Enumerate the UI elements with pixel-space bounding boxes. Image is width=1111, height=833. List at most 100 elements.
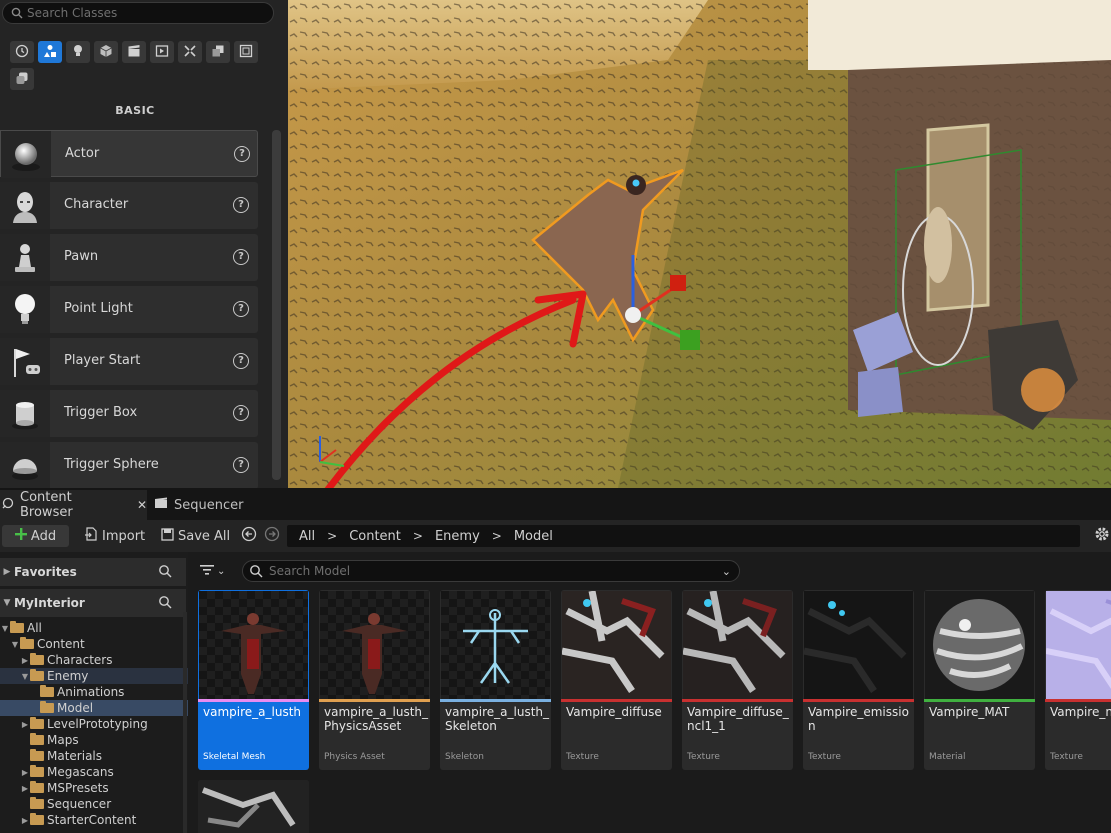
chevron-right-icon[interactable]: ▶ — [20, 816, 30, 825]
chevron-down-icon[interactable]: ⌄ — [722, 565, 731, 578]
chevron-right-icon[interactable]: ▶ — [20, 720, 30, 729]
asset-search-box[interactable]: ⌄ — [242, 560, 740, 582]
lights-category-button[interactable] — [66, 41, 90, 63]
close-icon[interactable]: ✕ — [137, 498, 147, 512]
panel-scrollbar[interactable] — [272, 130, 281, 480]
breadcrumb-model[interactable]: Model — [502, 529, 565, 544]
asset-search-input[interactable] — [269, 562, 709, 580]
asset-view: ⌄ ⌄ vampire_a_lusthSkeletal Meshvampire_… — [188, 552, 1111, 833]
search-icon[interactable] — [158, 595, 172, 612]
tree-folder-megascans[interactable]: ▶ Megascans — [0, 764, 188, 780]
asset-tile[interactable]: vampire_a_lusth Skeletal Mesh — [198, 590, 309, 770]
all-classes-category-button[interactable] — [234, 41, 258, 63]
asset-type-label: Texture — [808, 752, 841, 762]
tree-folder-mspresets[interactable]: ▶ MSPresets — [0, 780, 188, 796]
tab-sequencer[interactable]: Sequencer — [154, 490, 243, 520]
import-button[interactable]: Import — [84, 525, 145, 547]
actor-item-player-start[interactable]: Player Start ? — [0, 338, 258, 385]
help-icon[interactable]: ? — [233, 301, 249, 317]
asset-tile[interactable]: Vampire_MAT Material — [924, 590, 1035, 770]
asset-tile[interactable]: Vampire_diffuse Texture — [561, 590, 672, 770]
asset-type-label: Skeletal Mesh — [203, 752, 266, 762]
asset-name: Vampire_n — [1050, 705, 1111, 719]
help-icon[interactable]: ? — [233, 197, 249, 213]
asset-tile[interactable]: Vampire_n Texture — [1045, 590, 1111, 770]
help-icon[interactable]: ? — [233, 405, 249, 421]
chevron-down-icon[interactable]: ▼ — [0, 624, 10, 633]
folder-icon — [30, 733, 44, 745]
tree-folder-sequencer[interactable]: Sequencer — [0, 796, 188, 812]
tree-folder-content[interactable]: ▼ Content — [0, 636, 188, 652]
help-icon[interactable]: ? — [233, 457, 249, 473]
chevron-right-icon: ▶ — [3, 567, 11, 577]
project-header[interactable]: ▼ MyInterior — [0, 589, 186, 617]
settings-button[interactable] — [1094, 525, 1110, 547]
visual-effects-category-button[interactable] — [150, 41, 174, 63]
tree-folder-maps[interactable]: Maps — [0, 732, 188, 748]
breadcrumb-enemy[interactable]: Enemy — [423, 529, 492, 544]
tree-folder-model[interactable]: Model — [0, 700, 188, 716]
asset-tile[interactable]: Vampire_diffuse_ncl1_1 Texture — [682, 590, 793, 770]
actor-item-point-light[interactable]: Point Light ? — [0, 286, 258, 333]
extra-category-button[interactable] — [10, 68, 34, 90]
breadcrumb-all[interactable]: All — [287, 529, 327, 544]
path-breadcrumb: All > Content > Enemy > Model — [287, 525, 1080, 547]
actor-item-trigger-box[interactable]: Trigger Box ? — [0, 390, 258, 437]
class-search-input[interactable] — [27, 4, 267, 22]
tree-folder-characters[interactable]: ▶ Characters — [0, 652, 188, 668]
tree-folder-enemy[interactable]: ▼ Enemy — [0, 668, 188, 684]
chevron-down-icon[interactable]: ▼ — [20, 672, 30, 681]
asset-type-stripe — [198, 699, 309, 702]
tree-folder-startercontent[interactable]: ▶ StarterContent — [0, 812, 188, 828]
asset-tile[interactable]: vampire_a_lusth_PhysicsAsset Physics Asse… — [319, 590, 430, 770]
volumes-category-button[interactable] — [206, 41, 230, 63]
actor-item-pawn[interactable]: Pawn ? — [0, 234, 258, 281]
recent-category-button[interactable] — [10, 41, 34, 63]
tree-scrollbar[interactable] — [183, 612, 187, 833]
actor-item-label: Character — [64, 197, 129, 212]
tree-folder-label: MSPresets — [47, 781, 109, 795]
favorites-header[interactable]: ▶ Favorites — [0, 558, 186, 586]
help-icon[interactable]: ? — [234, 146, 250, 162]
tree-folder-animations[interactable]: Animations — [0, 684, 188, 700]
actor-item-trigger-sphere[interactable]: Trigger Sphere ? — [0, 442, 258, 488]
filter-button[interactable]: ⌄ — [200, 564, 225, 579]
category-toolbar-row-2 — [10, 68, 34, 90]
asset-type-label: Texture — [687, 752, 720, 762]
save-all-button[interactable]: Save All — [161, 525, 230, 547]
back-button[interactable] — [241, 525, 257, 547]
asset-tile-partial[interactable] — [198, 780, 309, 833]
chevron-down-icon: ▼ — [3, 598, 11, 608]
cinematic-icon — [127, 44, 141, 61]
chevron-right-icon[interactable]: ▶ — [20, 784, 30, 793]
asset-thumbnail — [320, 591, 429, 699]
tree-folder-all[interactable]: ▼ All — [0, 620, 182, 636]
help-icon[interactable]: ? — [233, 249, 249, 265]
actor-item-character[interactable]: Character ? — [0, 182, 258, 229]
geometry-category-button[interactable] — [178, 41, 202, 63]
place-actors-panel: BASIC Actor ? Character ? Pawn ? Point L… — [0, 0, 288, 488]
cinematic-category-button[interactable] — [122, 41, 146, 63]
add-button[interactable]: Add — [2, 525, 69, 547]
all-classes-icon — [239, 44, 253, 61]
tree-folder-label: Enemy — [47, 669, 89, 683]
forward-button[interactable] — [264, 525, 280, 547]
folder-icon — [30, 653, 44, 665]
add-label: Add — [30, 528, 57, 544]
basic-category-button[interactable] — [38, 41, 62, 63]
chevron-right-icon[interactable]: ▶ — [20, 768, 30, 777]
level-viewport[interactable] — [288, 0, 1111, 488]
actor-item-actor[interactable]: Actor ? — [0, 130, 258, 178]
tree-folder-materials[interactable]: Materials — [0, 748, 188, 764]
tree-folder-levelprototyping[interactable]: ▶ LevelPrototyping — [0, 716, 188, 732]
help-icon[interactable]: ? — [233, 353, 249, 369]
asset-tile[interactable]: vampire_a_lusth_Skeleton Skeleton — [440, 590, 551, 770]
breadcrumb-content[interactable]: Content — [337, 529, 413, 544]
tab-content-browser[interactable]: Content Browser ✕ — [0, 490, 147, 520]
asset-tile[interactable]: Vampire_emission Texture — [803, 590, 914, 770]
chevron-down-icon[interactable]: ▼ — [10, 640, 20, 649]
shapes-category-button[interactable] — [94, 41, 118, 63]
search-icon[interactable] — [158, 564, 172, 581]
class-search-box[interactable] — [2, 2, 274, 24]
chevron-right-icon[interactable]: ▶ — [20, 656, 30, 665]
